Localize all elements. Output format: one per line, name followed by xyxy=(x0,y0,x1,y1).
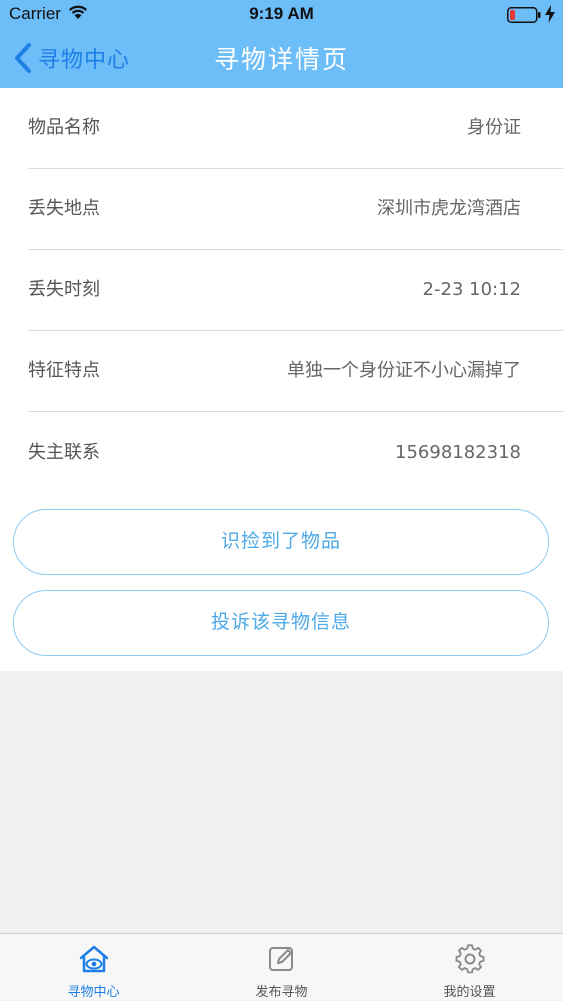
row-value: 身份证 xyxy=(467,117,521,138)
header: Carrier 9:19 AM 寻物中心 寻物详情页 xyxy=(0,0,563,88)
home-eye-icon xyxy=(79,945,108,973)
navigation-bar: 寻物中心 寻物详情页 xyxy=(0,30,563,88)
row-value: 单独一个身份证不小心漏掉了 xyxy=(287,360,521,381)
tab-post-lost-item[interactable]: 发布寻物 xyxy=(188,934,375,1001)
tab-search-center[interactable]: 寻物中心 xyxy=(0,934,187,1001)
row-value: 深圳市虎龙湾酒店 xyxy=(377,198,521,219)
tab-bar: 寻物中心 发布寻物 我的设置 xyxy=(0,933,563,1000)
status-bar: Carrier 9:19 AM xyxy=(0,0,563,30)
battery-icon xyxy=(507,7,541,28)
tab-my-settings[interactable]: 我的设置 xyxy=(376,934,563,1001)
row-value: 2-23 10:12 xyxy=(422,279,521,300)
page-title: 寻物详情页 xyxy=(213,45,349,74)
gear-icon xyxy=(455,944,484,974)
charging-icon xyxy=(545,5,555,28)
row-label: 物品名称 xyxy=(28,117,100,138)
row-label: 特征特点 xyxy=(28,360,100,381)
row-label: 丢失时刻 xyxy=(28,279,100,300)
detail-card: 物品名称 身份证 丢失地点 深圳市虎龙湾酒店 丢失时刻 2-23 10:12 特… xyxy=(0,88,563,671)
report-listing-button[interactable]: 投诉该寻物信息 xyxy=(13,590,549,656)
tab-label: 寻物中心 xyxy=(67,985,120,1000)
found-item-button[interactable]: 识捡到了物品 xyxy=(13,509,549,575)
detail-row-lost-location: 丢失地点 深圳市虎龙湾酒店 xyxy=(28,169,563,250)
tab-label: 发布寻物 xyxy=(255,985,308,1000)
detail-row-features: 特征特点 单独一个身份证不小心漏掉了 xyxy=(28,331,563,412)
row-value: 15698182318 xyxy=(395,442,521,463)
edit-icon xyxy=(268,947,293,971)
row-label: 失主联系 xyxy=(28,442,100,463)
detail-row-owner-contact: 失主联系 15698182318 xyxy=(28,413,563,494)
detail-row-item-name: 物品名称 身份证 xyxy=(28,88,563,169)
clock: 9:19 AM xyxy=(249,4,314,23)
detail-row-lost-time: 丢失时刻 2-23 10:12 xyxy=(28,250,563,331)
row-label: 丢失地点 xyxy=(28,198,100,219)
tab-label: 我的设置 xyxy=(443,985,496,1000)
